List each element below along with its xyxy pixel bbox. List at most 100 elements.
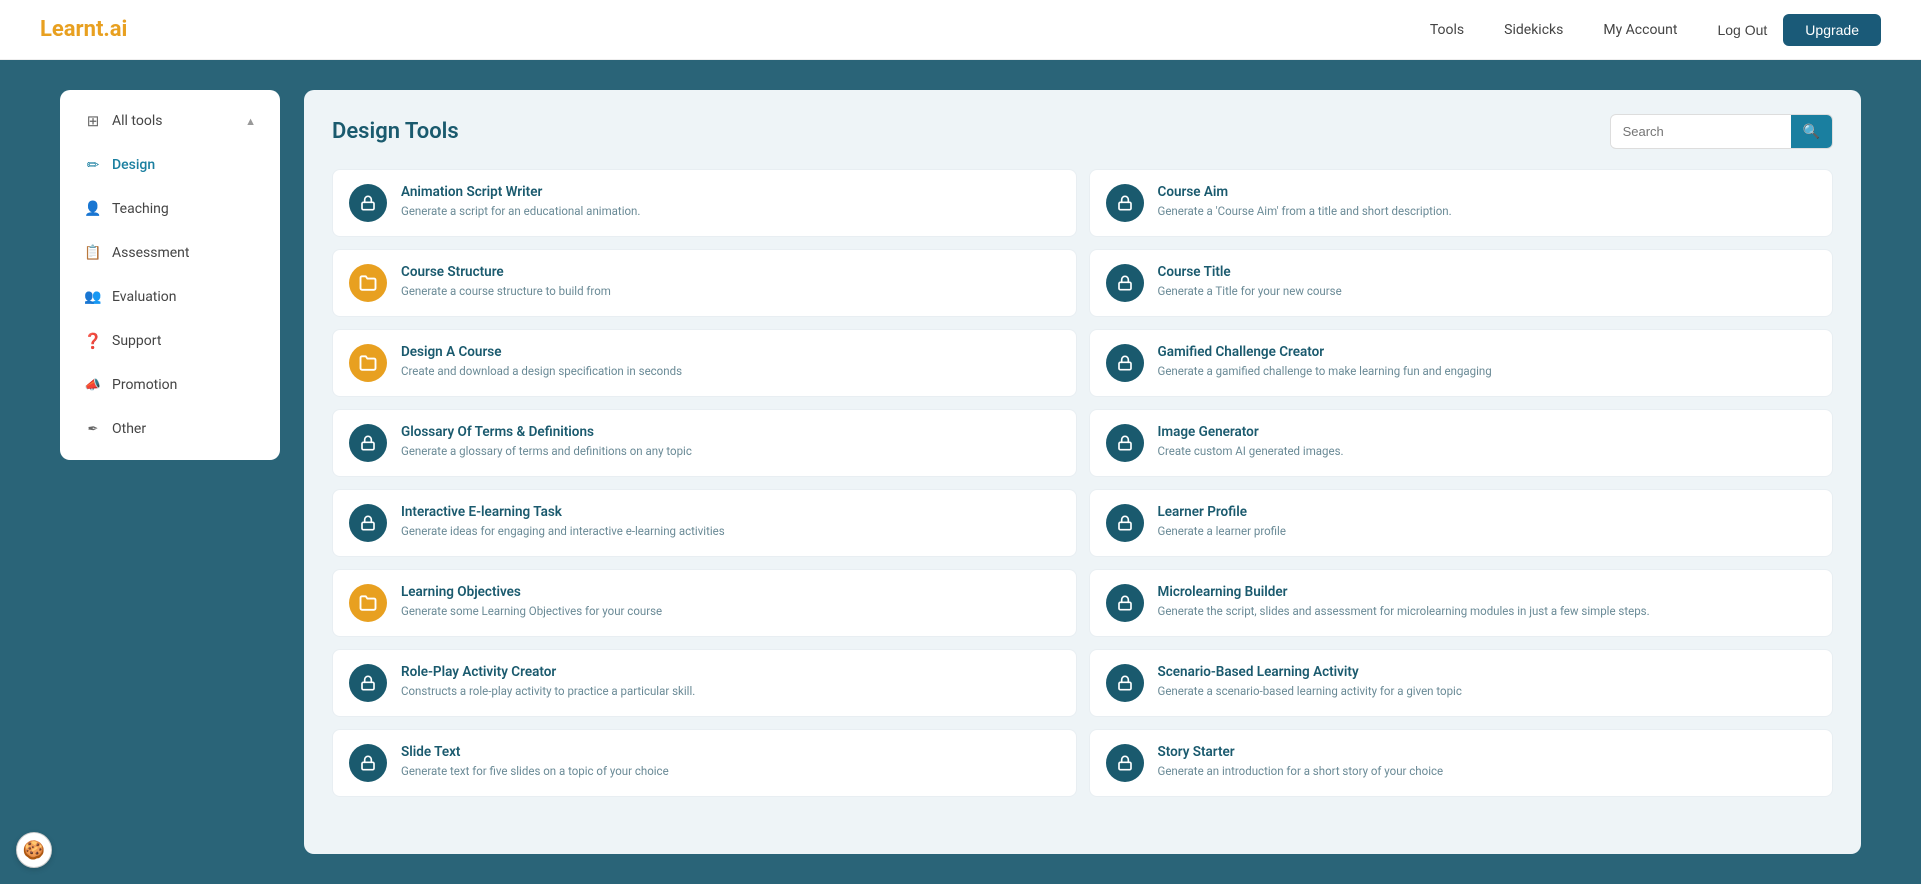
tool-icon-story-starter [1106,744,1144,782]
tool-card-story-starter[interactable]: Story Starter Generate an introduction fo… [1089,729,1834,797]
header-actions: Log Out Upgrade [1717,14,1881,46]
evaluation-icon: 👥 [84,288,102,306]
sidebar-item-teaching[interactable]: 👤 Teaching [66,188,274,230]
tool-icon-animation-script [349,184,387,222]
sidebar-item-label: Other [112,421,146,437]
tool-icon-interactive-elearning [349,504,387,542]
upgrade-button[interactable]: Upgrade [1783,14,1881,46]
tool-card-microlearning-builder[interactable]: Microlearning BuilderGenerate the script… [1089,569,1834,637]
tool-name-learning-objectives: Learning Objectives [401,584,1060,600]
tool-card-learner-profile[interactable]: Learner Profile Generate a learner profil… [1089,489,1834,557]
tool-desc-interactive-elearning: Generate ideas for engaging and interact… [401,523,1060,539]
teaching-icon: 👤 [84,200,102,218]
tool-name-roleplay-activity: Role-Play Activity Creator [401,664,1060,680]
tool-desc-story-starter: Generate an introduction for a short sto… [1158,763,1817,779]
sidebar-item-all-tools[interactable]: ⊞ All tools ▲ [66,100,274,142]
search-button[interactable]: 🔍 [1791,115,1832,148]
tool-desc-glossary: Generate a glossary of terms and definit… [401,443,1060,459]
tool-name-learner-profile: Learner Profile [1158,504,1817,520]
tool-icon-image-generator [1106,424,1144,462]
tool-card-course-title[interactable]: Course Title Generate a Title for your ne… [1089,249,1834,317]
tool-name-glossary: Glossary Of Terms & Definitions [401,424,1060,440]
tool-name-image-generator: Image Generator [1158,424,1817,440]
tool-desc-design-course: Create and download a design specificati… [401,363,1060,379]
cookie-button[interactable]: 🍪 [16,832,52,868]
sidebar-item-label: Evaluation [112,289,177,305]
tool-name-course-title: Course Title [1158,264,1817,280]
tool-desc-microlearning-builder: Generate the script, slides and assessme… [1158,603,1817,619]
tool-icon-learner-profile [1106,504,1144,542]
tool-desc-learning-objectives: Generate some Learning Objectives for yo… [401,603,1060,619]
sidebar-item-promotion[interactable]: 📣 Promotion [66,364,274,406]
tool-desc-slide-text: Generate text for five slides on a topic… [401,763,1060,779]
sidebar-item-design[interactable]: ✏ Design [66,144,274,186]
other-icon: ✒ [84,420,102,438]
tool-desc-course-title: Generate a Title for your new course [1158,283,1817,299]
tool-name-course-aim: Course Aim [1158,184,1817,200]
tool-name-scenario-based: Scenario-Based Learning Activity [1158,664,1817,680]
tool-icon-slide-text [349,744,387,782]
tool-card-animation-script[interactable]: Animation Script Writer Generate a script… [332,169,1077,237]
tool-card-glossary[interactable]: Glossary Of Terms & Definitions Generate … [332,409,1077,477]
tool-icon-glossary [349,424,387,462]
promotion-icon: 📣 [84,376,102,394]
tool-icon-gamified-challenge [1106,344,1144,382]
nav-my-account[interactable]: My Account [1603,22,1677,38]
sidebar-item-label: Design [112,157,155,173]
sidebar: ⊞ All tools ▲ ✏ Design 👤 Teaching 📋 Asse… [60,90,280,460]
content-header: Design Tools 🔍 [332,114,1833,149]
tool-icon-design-course [349,344,387,382]
nav-tools[interactable]: Tools [1430,22,1464,38]
design-icon: ✏ [84,156,102,174]
tools-grid: Animation Script Writer Generate a script… [332,169,1833,797]
sidebar-item-label: Assessment [112,245,189,261]
all-tools-icon: ⊞ [84,112,102,130]
tool-desc-learner-profile: Generate a learner profile [1158,523,1817,539]
sidebar-item-label: Teaching [112,201,169,217]
page-title: Design Tools [332,119,459,144]
tool-name-slide-text: Slide Text [401,744,1060,760]
support-icon: ❓ [84,332,102,350]
sidebar-item-support[interactable]: ❓ Support [66,320,274,362]
tool-card-slide-text[interactable]: Slide Text Generate text for five slides … [332,729,1077,797]
logo-text: Learnt. [40,17,110,42]
tool-desc-animation-script: Generate a script for an educational ani… [401,203,1060,219]
tool-icon-learning-objectives [349,584,387,622]
tool-card-interactive-elearning[interactable]: Interactive E-learning TaskGenerate idea… [332,489,1077,557]
tool-card-gamified-challenge[interactable]: Gamified Challenge Creator Generate a gam… [1089,329,1834,397]
tool-desc-gamified-challenge: Generate a gamified challenge to make le… [1158,363,1817,379]
tool-card-design-course[interactable]: Design A Course Create and download a des… [332,329,1077,397]
tool-desc-course-structure: Generate a course structure to build fro… [401,283,1060,299]
tool-card-roleplay-activity[interactable]: Role-Play Activity CreatorConstructs a r… [332,649,1077,717]
main-layout: ⊞ All tools ▲ ✏ Design 👤 Teaching 📋 Asse… [0,60,1921,884]
logout-button[interactable]: Log Out [1717,22,1767,38]
sidebar-item-assessment[interactable]: 📋 Assessment [66,232,274,274]
tool-icon-course-aim [1106,184,1144,222]
tool-name-gamified-challenge: Gamified Challenge Creator [1158,344,1817,360]
tool-name-animation-script: Animation Script Writer [401,184,1060,200]
tool-card-scenario-based[interactable]: Scenario-Based Learning Activity Generate… [1089,649,1834,717]
tool-icon-scenario-based [1106,664,1144,702]
tool-card-course-structure[interactable]: Course Structure Generate a course struct… [332,249,1077,317]
tool-card-image-generator[interactable]: Image GeneratorCreate custom AI generate… [1089,409,1834,477]
tool-desc-course-aim: Generate a 'Course Aim' from a title and… [1158,203,1817,219]
tool-name-design-course: Design A Course [401,344,1060,360]
main-nav: Tools Sidekicks My Account [1430,22,1678,38]
tool-name-course-structure: Course Structure [401,264,1060,280]
tool-card-learning-objectives[interactable]: Learning Objectives Generate some Learnin… [332,569,1077,637]
tool-icon-microlearning-builder [1106,584,1144,622]
nav-sidekicks[interactable]: Sidekicks [1504,22,1563,38]
logo-accent: ai [110,17,128,42]
header: Learnt.ai Tools Sidekicks My Account Log… [0,0,1921,60]
collapse-icon: ▲ [245,115,256,128]
search-input[interactable] [1611,116,1791,147]
sidebar-item-label: All tools [112,113,162,129]
sidebar-item-other[interactable]: ✒ Other [66,408,274,450]
logo[interactable]: Learnt.ai [40,17,127,42]
tool-desc-scenario-based: Generate a scenario-based learning activ… [1158,683,1817,699]
sidebar-item-label: Support [112,333,161,349]
content-area: Design Tools 🔍 Animation Script Writer Ge… [304,90,1861,854]
sidebar-item-evaluation[interactable]: 👥 Evaluation [66,276,274,318]
tool-name-story-starter: Story Starter [1158,744,1817,760]
tool-card-course-aim[interactable]: Course Aim Generate a 'Course Aim' from a… [1089,169,1834,237]
